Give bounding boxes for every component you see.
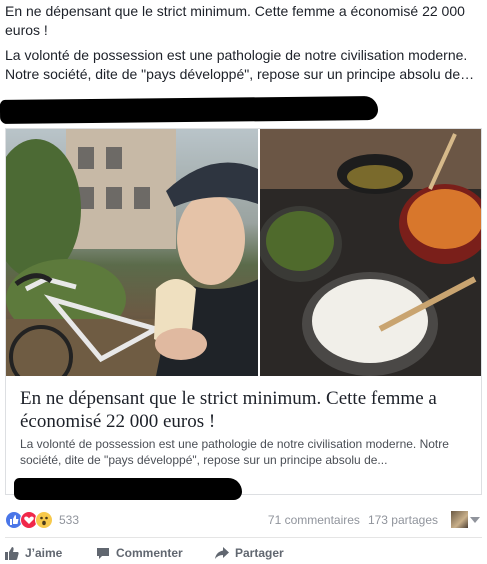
divider <box>5 537 482 538</box>
chevron-down-icon[interactable] <box>470 517 480 523</box>
share-label: Partager <box>235 546 284 560</box>
post-body: En ne dépensant que le strict minimum. C… <box>5 2 481 90</box>
comment-icon <box>96 547 110 560</box>
card-source-redaction <box>14 478 242 500</box>
shares-count[interactable]: 173 partages <box>368 513 438 527</box>
comment-label: Commenter <box>116 546 183 560</box>
photo-woman-with-bike <box>6 129 258 376</box>
photo-stove-pots <box>259 129 481 376</box>
post-headline: En ne dépensant que le strict minimum. C… <box>5 3 465 38</box>
thumbs-up-icon <box>5 546 19 560</box>
reaction-summary[interactable]: 533 <box>5 511 79 529</box>
post-excerpt: La volonté de possession est une patholo… <box>5 47 475 82</box>
redaction-mark <box>0 96 379 124</box>
post-stats: 533 71 commentaires 173 partages <box>5 508 482 530</box>
share-button[interactable]: Partager <box>215 546 284 560</box>
reaction-count[interactable]: 533 <box>59 513 79 527</box>
preview-photos[interactable] <box>6 129 481 376</box>
page-avatar[interactable] <box>451 511 468 528</box>
comment-button[interactable]: Commenter <box>96 546 183 560</box>
share-icon <box>215 546 229 560</box>
engagement-counts: 71 commentaires 173 partages <box>268 513 438 527</box>
photo-woman-illustration <box>6 129 258 376</box>
card-title[interactable]: En ne dépensant que le strict minimum. C… <box>20 387 470 433</box>
like-label: J’aime <box>25 546 63 560</box>
wow-reaction-icon <box>35 511 53 529</box>
post-actions: J’aime Commenter Partager <box>5 542 482 564</box>
link-preview-card[interactable]: En ne dépensant que le strict minimum. C… <box>5 128 482 500</box>
like-button[interactable]: J’aime <box>5 546 62 560</box>
card-description: La volonté de possession est une patholo… <box>20 437 449 467</box>
photo-pots-illustration <box>259 129 481 376</box>
comments-count[interactable]: 71 commentaires <box>268 513 360 527</box>
